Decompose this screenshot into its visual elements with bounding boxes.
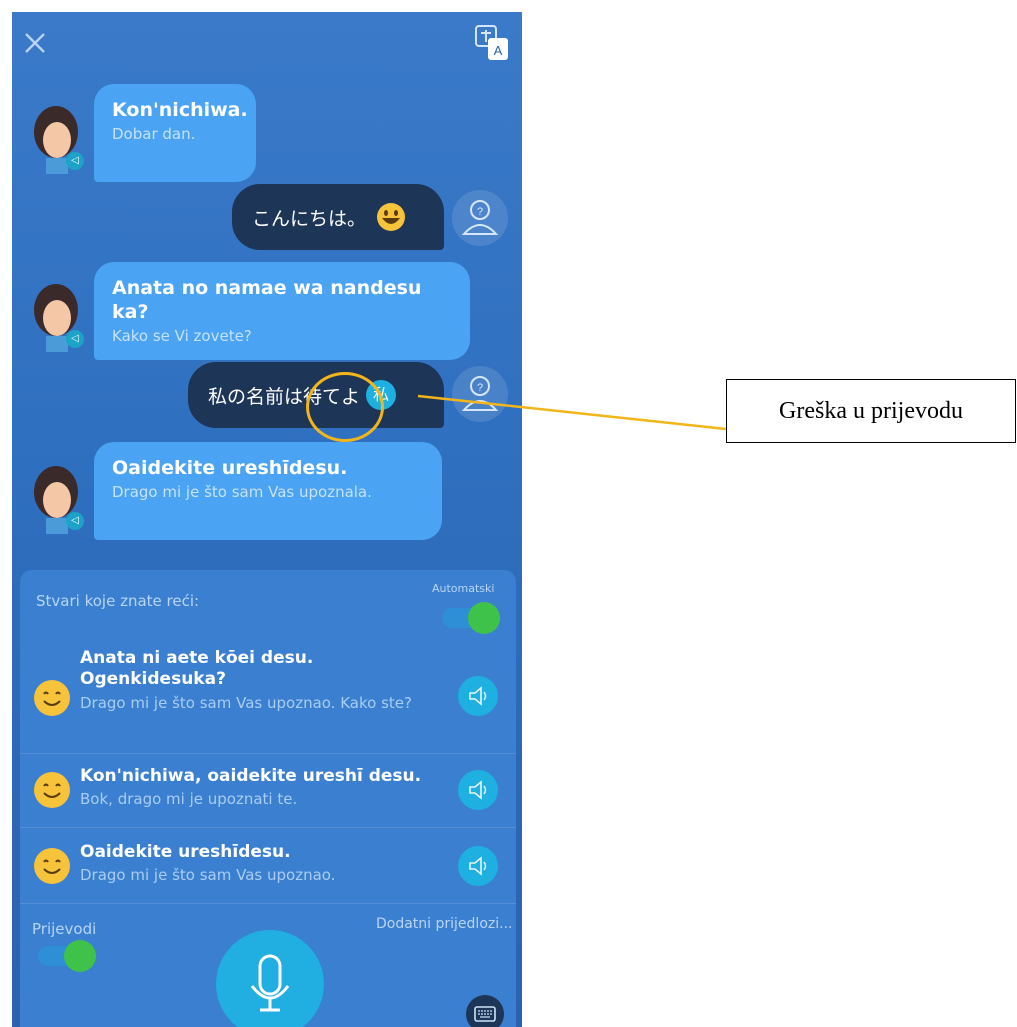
speaker-button[interactable] — [458, 676, 498, 716]
bot-message-bubble: Anata no namae wa nandesu ka? Kako se Vi… — [94, 262, 470, 360]
message-text: Kon'nichiwa. — [112, 99, 248, 121]
bot-message-bubble: Oaidekite ureshīdesu. Drago mi je što sa… — [94, 442, 442, 540]
auto-label: Automatski — [432, 582, 495, 595]
translate-icon: A — [475, 25, 508, 60]
suggestion-translation: Drago mi je što sam Vas upoznao. — [80, 866, 336, 884]
grinning-face-icon — [377, 203, 406, 231]
user-message-bubble: こんにちは。 — [232, 184, 444, 250]
message-translation: Dobar dan. — [112, 125, 196, 143]
chat-screen: A ◁ Kon'nichiwa. Dobar dan. こんにちは。 ? ◁ A… — [12, 12, 522, 1027]
auto-toggle[interactable] — [442, 602, 500, 634]
bot-message-bubble: Kon'nichiwa. Dobar dan. — [94, 84, 256, 182]
more-suggestions-link[interactable]: Dodatni prijedlozi... — [376, 916, 512, 932]
suggestion-item[interactable]: Oaidekite ureshīdesu. Drago mi je što sa… — [20, 828, 516, 904]
error-callout: Greška u prijevodu — [726, 379, 1016, 443]
panel-title: Stvari koje znate reći: — [36, 592, 200, 610]
speaker-icon[interactable]: ◁ — [66, 512, 84, 530]
message-text: Oaidekite ureshīdesu. — [112, 457, 348, 479]
speaker-icon[interactable]: ◁ — [66, 152, 84, 170]
speaker-icon — [469, 686, 487, 706]
message-translation: Drago mi je što sam Vas upoznala. — [112, 483, 372, 501]
suggestion-translation: Bok, drago mi je upoznati te. — [80, 790, 298, 808]
suggestion-item[interactable]: Kon'nichiwa, oaidekite ureshī desu. Bok,… — [20, 754, 516, 828]
speaker-icon — [469, 856, 487, 876]
suggestion-translation: Drago mi je što sam Vas upoznao. Kako st… — [80, 694, 412, 712]
user-help-icon: ? — [461, 376, 499, 411]
keyboard-icon — [474, 1006, 496, 1022]
speaker-icon[interactable]: ◁ — [66, 330, 84, 348]
svg-text:?: ? — [477, 206, 483, 218]
user-avatar-button[interactable]: ? — [452, 190, 508, 246]
suggestion-text: Kon'nichiwa, oaidekite ureshī desu. — [80, 766, 422, 786]
user-help-icon: ? — [461, 200, 499, 235]
suggestion-text: Oaidekite ureshīdesu. — [80, 842, 291, 862]
message-text: こんにちは。 — [252, 207, 367, 230]
keyboard-button[interactable] — [466, 995, 504, 1027]
close-button[interactable] — [22, 30, 48, 56]
suggestion-item[interactable]: Anata ni aete kōei desu. Ogenkidesuka? D… — [20, 642, 516, 754]
svg-text:A: A — [494, 43, 503, 58]
smiling-face-icon — [34, 772, 70, 808]
translations-label: Prijevodi — [32, 920, 97, 938]
svg-text:?: ? — [477, 382, 483, 394]
microphone-icon — [250, 954, 290, 1012]
smiling-face-icon — [34, 680, 70, 716]
translate-toggle-button[interactable]: A — [474, 24, 510, 62]
speaker-button[interactable] — [458, 846, 498, 886]
translations-toggle[interactable] — [38, 940, 96, 972]
speaker-icon — [469, 780, 487, 800]
message-translation: Kako se Vi zovete? — [112, 327, 252, 345]
speaker-button[interactable] — [458, 770, 498, 810]
user-avatar-button[interactable]: ? — [452, 366, 508, 422]
smiling-face-icon — [34, 848, 70, 884]
microphone-button[interactable] — [216, 930, 324, 1027]
message-text: Anata no namae wa nandesu ka? — [112, 277, 422, 323]
close-icon — [25, 33, 45, 53]
error-highlight-circle — [306, 372, 384, 442]
suggestion-text: Anata ni aete kōei desu. Ogenkidesuka? — [80, 648, 314, 689]
